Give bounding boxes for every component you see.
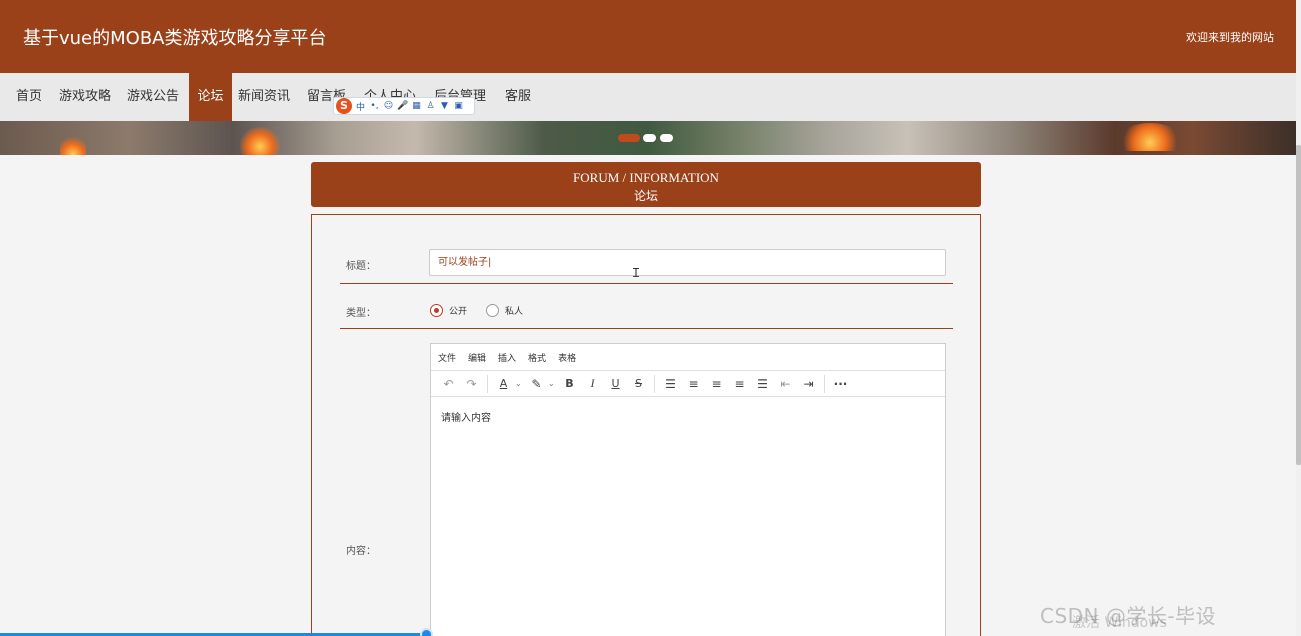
align-left-icon[interactable]: ≡ — [682, 377, 705, 391]
radio-private-label[interactable]: 私人 — [505, 304, 523, 317]
nav-item-news[interactable]: 新闻资讯 — [238, 73, 290, 121]
editor-content-area[interactable]: 请输入内容 — [431, 397, 945, 436]
toolbar-separator — [487, 374, 488, 393]
menu-format[interactable]: 格式 — [528, 351, 546, 364]
radio-public[interactable]: 公开 — [430, 304, 467, 317]
toolbar-separator — [654, 374, 655, 393]
content-label: 内容： — [346, 546, 376, 557]
site-title: 基于vue的MOBA类游戏攻略分享平台 — [23, 28, 327, 49]
site-header: 基于vue的MOBA类游戏攻略分享平台 欢迎来到我的网站 — [0, 0, 1296, 73]
forum-section-header: FORUM / INFORMATION 论坛 — [311, 162, 981, 207]
toolbox-icon[interactable]: ▣ — [453, 101, 464, 111]
editor-toolbar: ↶ ↷ A ⌄ ✎ ⌄ B I U S ☰ ≡ ≡ ≡ ☰ ⇤ ⇥ ··· — [431, 371, 945, 397]
menu-edit[interactable]: 编辑 — [468, 351, 486, 364]
line-height-icon[interactable]: ☰ — [659, 377, 682, 391]
sogou-logo-icon[interactable]: S — [336, 98, 352, 114]
banner-fire-graphic — [60, 135, 86, 155]
redo-icon[interactable]: ↷ — [460, 377, 483, 391]
welcome-text: 欢迎来到我的网站 — [1186, 31, 1274, 44]
radio-private-icon[interactable] — [486, 304, 499, 317]
nav-item-guides[interactable]: 游戏攻略 — [59, 73, 111, 121]
title-input[interactable]: 可以发帖子| — [429, 249, 946, 276]
carousel-dot-active[interactable] — [618, 134, 640, 142]
chevron-down-icon[interactable]: ⌄ — [548, 379, 558, 388]
nav-item-forum[interactable]: 论坛 — [189, 73, 232, 121]
nav-item-home[interactable]: 首页 — [16, 73, 42, 121]
menu-insert[interactable]: 插入 — [498, 351, 516, 364]
rich-text-editor: 文件 编辑 插入 格式 表格 ↶ ↷ A ⌄ ✎ ⌄ B I U S ☰ ≡ ≡… — [430, 343, 946, 636]
chevron-down-icon[interactable]: ⌄ — [515, 379, 525, 388]
form-divider — [340, 328, 953, 329]
highlight-color-icon[interactable]: ✎ — [525, 377, 548, 391]
punctuation-icon[interactable]: •, — [369, 101, 380, 111]
italic-icon[interactable]: I — [581, 376, 604, 391]
outdent-icon[interactable]: ⇤ — [774, 377, 797, 391]
voice-assistant-icon[interactable]: ♙ — [425, 101, 436, 111]
toolbar-separator — [824, 374, 825, 393]
title-label: 标题： — [346, 261, 376, 272]
radio-private[interactable]: 私人 — [486, 304, 523, 317]
banner-fire-graphic — [240, 127, 280, 155]
radio-public-label[interactable]: 公开 — [449, 304, 467, 317]
progress-knob[interactable] — [420, 628, 433, 636]
banner-fire-graphic — [1120, 123, 1180, 151]
indent-icon[interactable]: ⇥ — [797, 377, 820, 391]
text-color-icon[interactable]: A — [492, 377, 515, 390]
menu-file[interactable]: 文件 — [438, 351, 456, 364]
emoji-icon[interactable]: ☺ — [383, 101, 394, 111]
forum-title-cn: 论坛 — [633, 189, 658, 203]
bold-icon[interactable]: B — [558, 377, 581, 390]
strikethrough-icon[interactable]: S — [627, 377, 650, 390]
keyboard-icon[interactable]: ▦ — [411, 101, 422, 111]
nav-item-support[interactable]: 客服 — [505, 73, 531, 121]
skin-icon[interactable]: ▼ — [439, 101, 450, 111]
editor-placeholder: 请输入内容 — [441, 413, 491, 424]
type-label: 类型： — [346, 308, 376, 319]
align-right-icon[interactable]: ≡ — [728, 377, 751, 391]
text-cursor-icon: Ｉ — [630, 266, 643, 280]
carousel-dot[interactable] — [643, 134, 656, 142]
ime-mode-indicator[interactable]: 中 — [355, 100, 366, 113]
menu-table[interactable]: 表格 — [558, 351, 576, 364]
underline-icon[interactable]: U — [604, 377, 627, 390]
editor-menubar: 文件 编辑 插入 格式 表格 — [431, 344, 945, 371]
scrollbar-thumb[interactable] — [1296, 145, 1301, 465]
forum-title-en: FORUM / INFORMATION — [573, 170, 719, 185]
align-center-icon[interactable]: ≡ — [705, 377, 728, 391]
form-divider — [340, 283, 953, 284]
csdn-watermark: CSDN @学长-毕设 — [1040, 604, 1217, 628]
microphone-icon[interactable]: 🎤 — [397, 101, 408, 111]
ime-toolbar[interactable]: S 中 •, ☺ 🎤 ▦ ♙ ▼ ▣ — [333, 97, 475, 115]
main-nav: 首页 游戏攻略 游戏公告 论坛 新闻资讯 留言板 个人中心 后台管理 客服 — [0, 73, 1296, 121]
undo-icon[interactable]: ↶ — [437, 377, 460, 391]
radio-public-icon[interactable] — [430, 304, 443, 317]
page-scrollbar[interactable] — [1296, 0, 1301, 636]
nav-item-announcements[interactable]: 游戏公告 — [127, 73, 179, 121]
align-justify-icon[interactable]: ☰ — [751, 377, 774, 391]
more-icon[interactable]: ··· — [829, 377, 852, 391]
carousel-dot[interactable] — [660, 134, 673, 142]
